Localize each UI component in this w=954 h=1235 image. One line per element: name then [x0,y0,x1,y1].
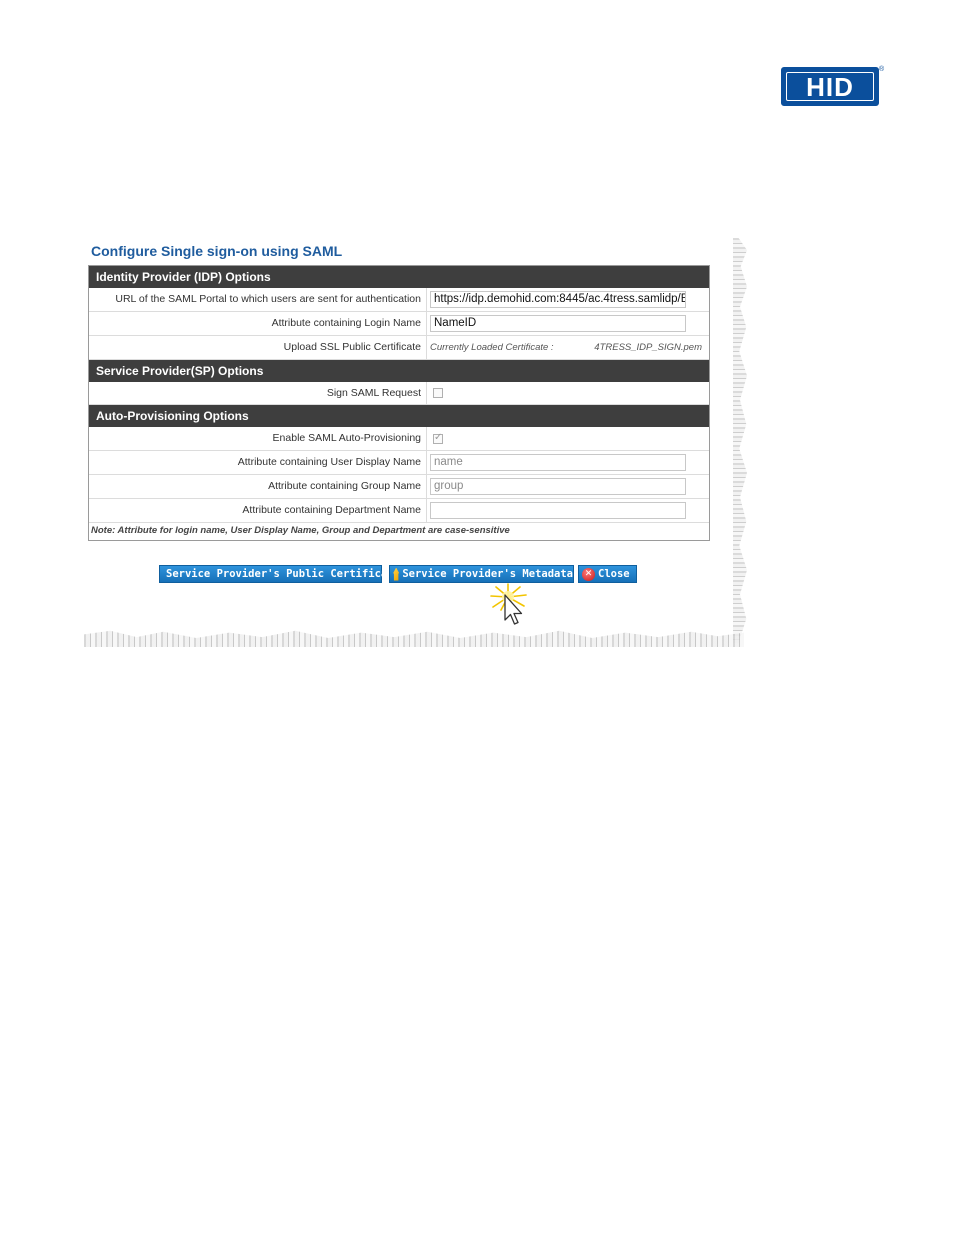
enable-auto-provisioning-label: Enable SAML Auto-Provisioning [89,427,427,450]
public-certificate-button-label: Service Provider's Public Certificate [166,568,400,580]
page-title: Configure Single sign-on using SAML [91,243,343,259]
department-name-input[interactable] [430,502,686,519]
group-name-label: Attribute containing Group Name [89,475,427,498]
row-enable-auto-provisioning: Enable SAML Auto-Provisioning [89,427,709,451]
row-department-name: Attribute containing Department Name [89,499,709,523]
enable-auto-provisioning-checkbox[interactable] [433,432,443,444]
logo-text: HID [806,71,854,102]
close-icon: ✕ [582,567,595,581]
row-sign-request: Sign SAML Request [89,382,709,405]
metadata-button-label: Service Provider's Metadata [402,568,573,580]
case-sensitivity-note: Note: Attribute for login name, User Dis… [91,525,510,536]
cert-caption: Currently Loaded Certificate : [430,342,554,353]
login-name-label: Attribute containing Login Name [89,312,427,335]
metadata-button[interactable]: Service Provider's Metadata [389,565,574,583]
close-button[interactable]: ✕ Close [578,565,637,583]
registered-mark: ® [879,66,885,73]
section-header-auto-provisioning: Auto-Provisioning Options [89,405,709,427]
section-header-sp: Service Provider(SP) Options [89,360,709,382]
portal-url-input[interactable]: https://idp.demohid.com:8445/ac.4tress.s… [430,291,686,308]
row-login-name: Attribute containing Login Name NameID [89,312,709,336]
saml-options-table: Identity Provider (IDP) Options URL of t… [88,265,710,541]
department-name-label: Attribute containing Department Name [89,499,427,522]
row-display-name: Attribute containing User Display Name n… [89,451,709,475]
group-name-input[interactable]: group [430,478,686,495]
display-name-label: Attribute containing User Display Name [89,451,427,474]
sign-request-label: Sign SAML Request [89,382,427,404]
display-name-input[interactable]: name [430,454,686,471]
portal-url-label: URL of the SAML Portal to which users ar… [89,288,427,311]
hid-logo: HID [781,67,879,106]
row-ssl-certificate: Upload SSL Public Certificate Currently … [89,336,709,360]
row-group-name: Attribute containing Group Name group [89,475,709,499]
close-button-label: Close [598,568,630,580]
house-icon [393,567,400,581]
public-certificate-button[interactable]: Service Provider's Public Certificate [159,565,400,583]
cert-filename: 4TRESS_IDP_SIGN.pem [594,342,702,353]
row-portal-url: URL of the SAML Portal to which users ar… [89,288,709,312]
click-cursor-icon [490,583,527,625]
login-name-input[interactable]: NameID [430,315,686,332]
sign-request-checkbox[interactable] [433,388,443,398]
ssl-cert-label: Upload SSL Public Certificate [89,336,427,359]
section-header-idp: Identity Provider (IDP) Options [89,266,709,288]
